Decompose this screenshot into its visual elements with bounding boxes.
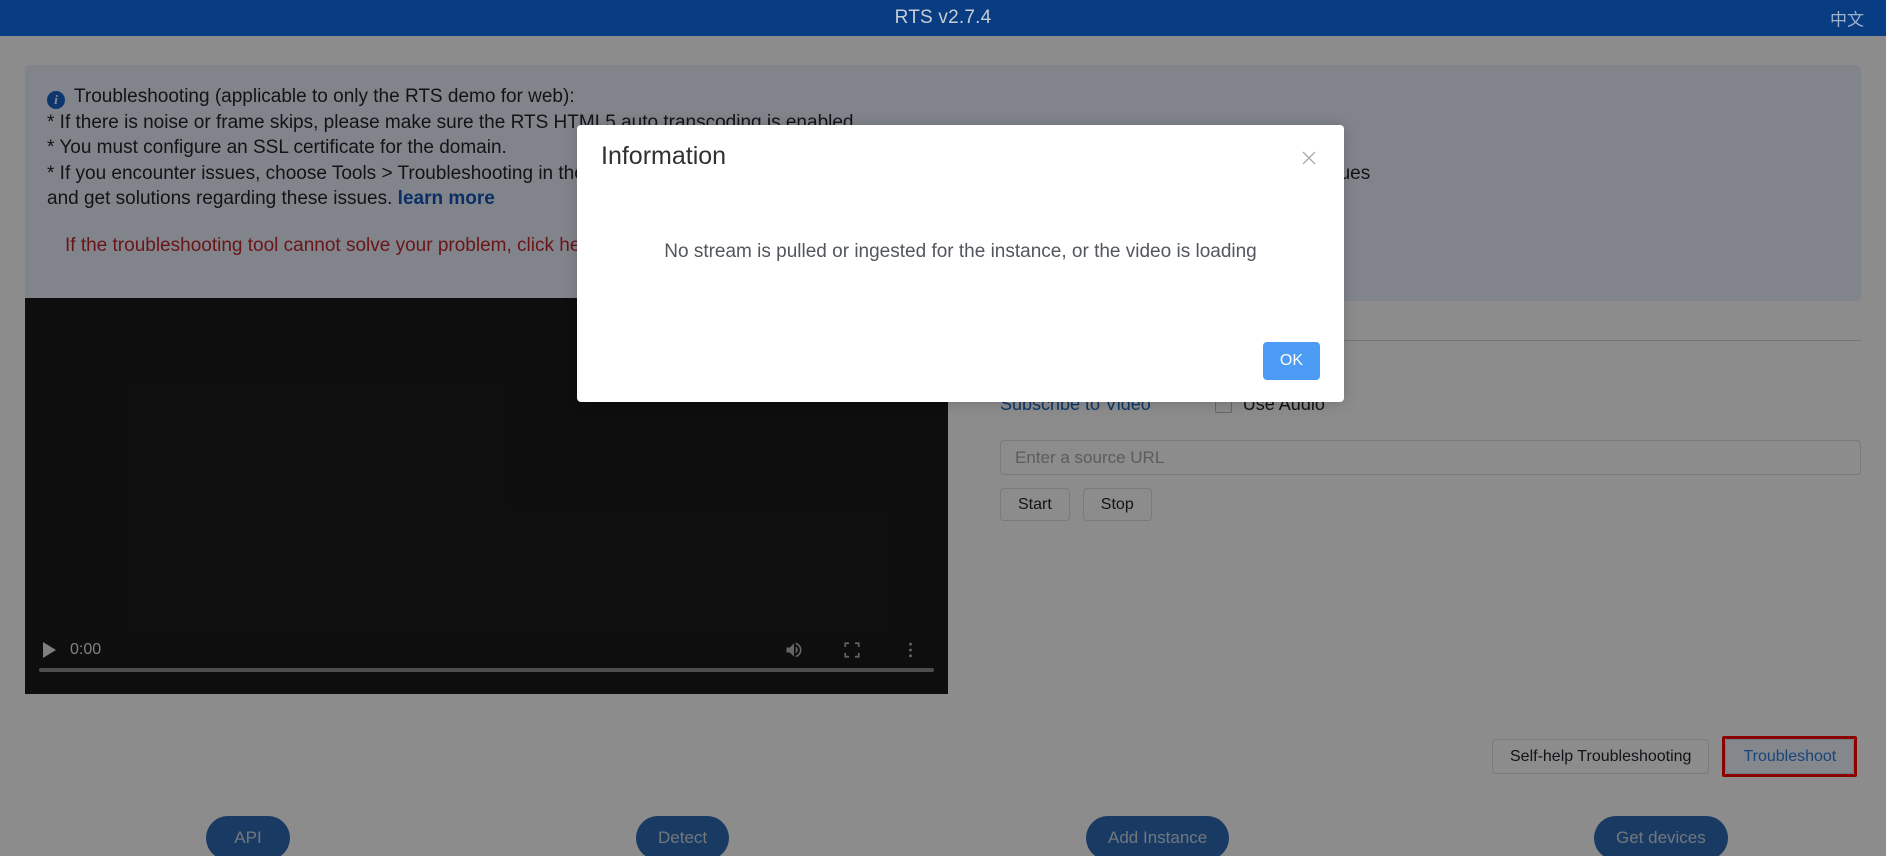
language-switch-button[interactable]: 中文: [1830, 6, 1864, 31]
close-icon[interactable]: [1298, 147, 1320, 169]
dialog-message: No stream is pulled or ingested for the …: [664, 241, 1257, 262]
dialog-header: Information: [577, 125, 1344, 187]
app-title: RTS v2.7.4: [894, 7, 992, 28]
ok-button[interactable]: OK: [1262, 342, 1320, 380]
information-dialog: Information No stream is pulled or inges…: [577, 125, 1344, 402]
dialog-title: Information: [601, 141, 727, 170]
dialog-body: No stream is pulled or ingested for the …: [577, 187, 1344, 317]
dialog-footer: OK: [1262, 342, 1320, 380]
app-header: RTS v2.7.4 中文: [0, 0, 1886, 36]
